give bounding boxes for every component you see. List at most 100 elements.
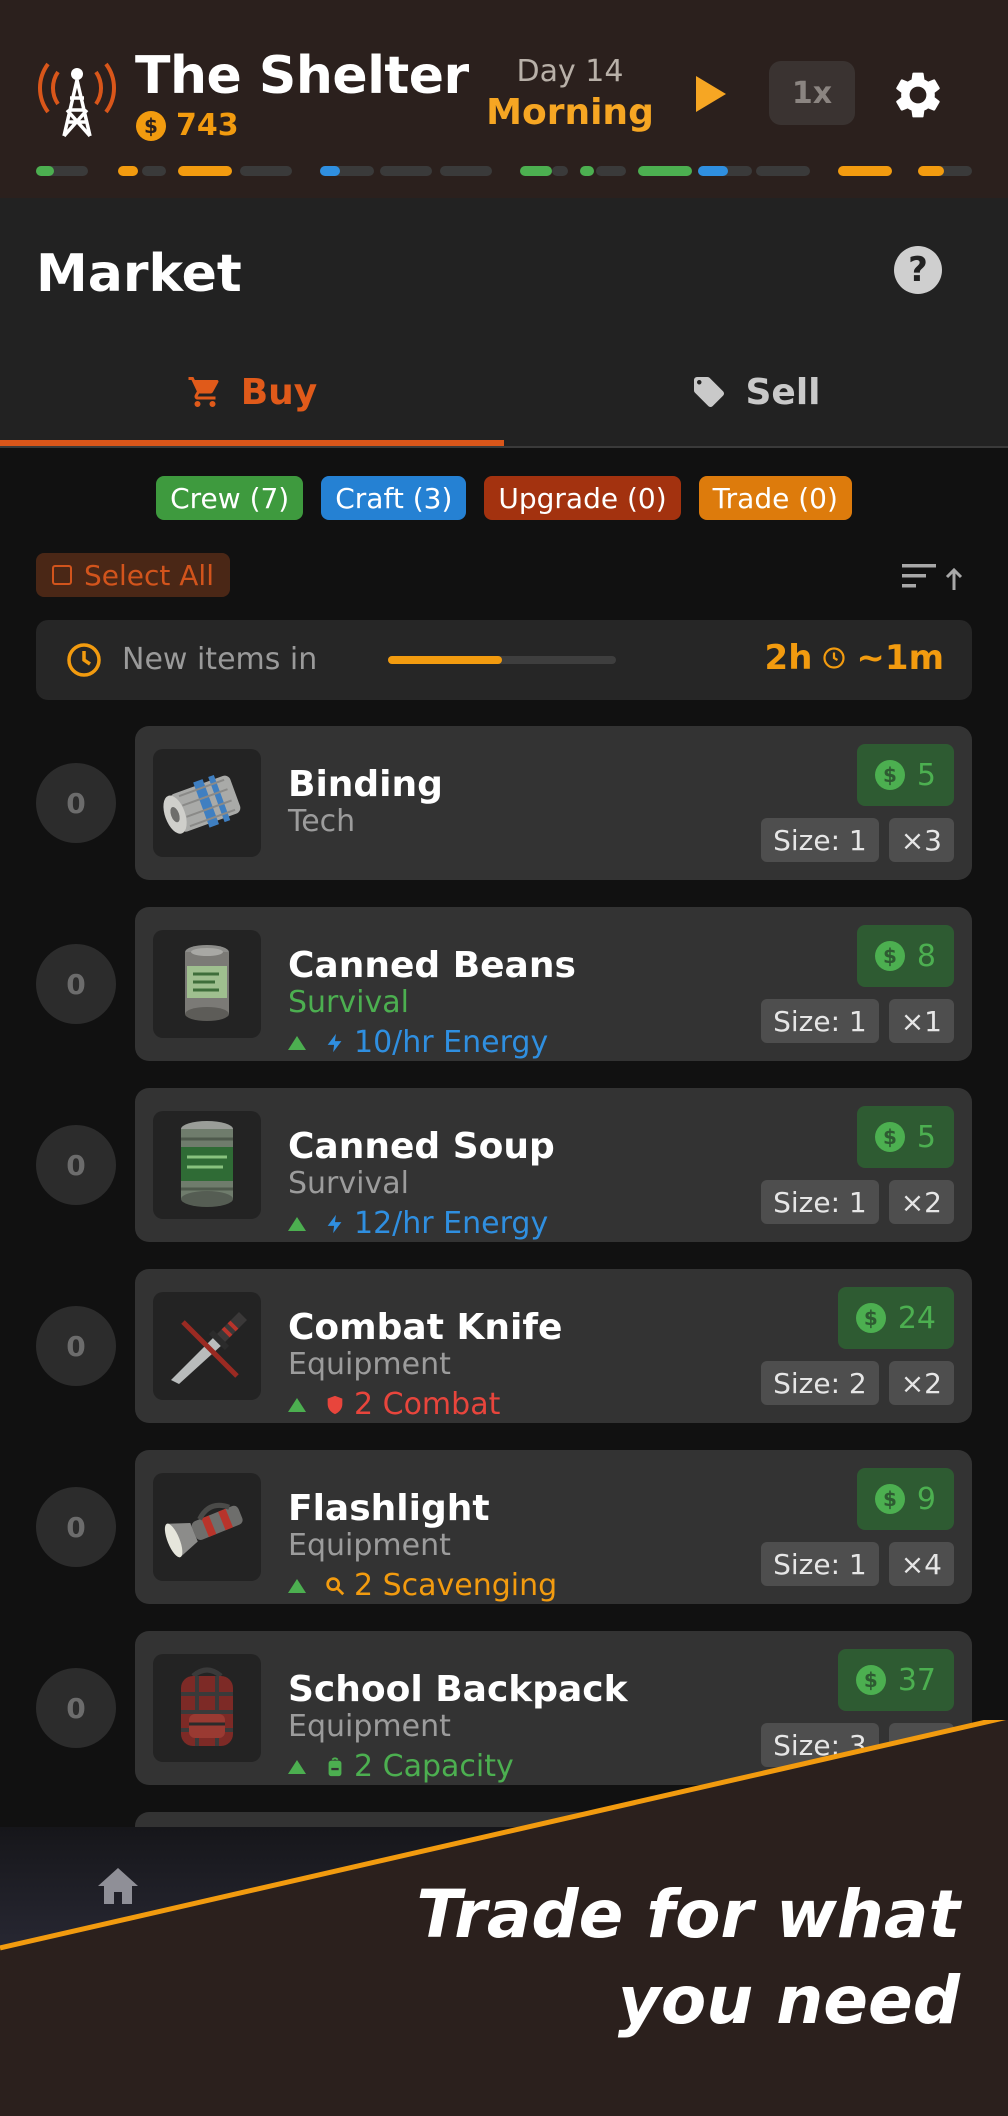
list-item: 0 Canned Soup Survival 12/hr Energy $ 5 …: [0, 1088, 1008, 1242]
page-title: Market: [36, 244, 242, 304]
restock-time: 2h ~1m: [765, 638, 944, 678]
shield-icon: [327, 1395, 343, 1414]
restock-minutes: ~1m: [856, 638, 944, 678]
top-header: The Shelter $ 743 Day 14 Morning 1x: [0, 0, 1008, 198]
market-title-bar: Market ?: [0, 198, 1008, 338]
select-all-label: Select All: [84, 558, 214, 592]
coin-icon: $: [136, 110, 166, 141]
dollar-icon: $: [855, 1665, 886, 1695]
item-card-binding[interactable]: Binding Tech $ 5 Size: 1 ×3: [135, 726, 972, 880]
price-badge: $ 5: [856, 1106, 954, 1168]
effect-text: 10/hr Energy: [354, 1025, 549, 1060]
list-item: 0 Binding Tech $ 5 Size: 1 ×3: [0, 726, 1008, 880]
select-all-button[interactable]: Select All: [36, 553, 230, 597]
speed-button[interactable]: 1x: [769, 61, 855, 125]
quantity-selector[interactable]: 0: [36, 763, 116, 843]
market-tabs: Buy Sell: [0, 338, 1008, 448]
price-value: 5: [916, 1119, 936, 1155]
increase-arrow-icon: [288, 1397, 306, 1412]
restock-hours: 2h: [764, 638, 813, 678]
home-icon[interactable]: [96, 1866, 140, 1906]
increase-arrow-icon: [288, 1035, 306, 1050]
item-category: Tech: [288, 804, 356, 839]
price-badge: $ 24: [837, 1287, 954, 1349]
item-effect: 2 Scavenging: [288, 1568, 557, 1603]
item-size: Size: 1: [761, 1542, 879, 1586]
filter-chip-crew[interactable]: Crew (7): [156, 476, 304, 520]
effect-text: 2 Scavenging: [354, 1568, 558, 1603]
price-value: 37: [897, 1662, 936, 1698]
item-card-combat-knife[interactable]: Combat Knife Equipment 2 Combat $ 24 Siz…: [135, 1269, 972, 1423]
increase-arrow-icon: [288, 1578, 306, 1593]
active-tab-indicator: [0, 440, 504, 446]
item-stock: ×2: [888, 1361, 954, 1405]
item-meta: Size: 1 ×2: [761, 1180, 954, 1224]
item-size: Size: 1: [761, 1180, 879, 1224]
clock-icon: [67, 643, 101, 677]
tab-buy[interactable]: Buy: [0, 338, 504, 446]
radio-tower-icon: [38, 62, 116, 138]
day-counter: Day 14: [516, 54, 624, 89]
item-card-canned-soup[interactable]: Canned Soup Survival 12/hr Energy $ 5 Si…: [135, 1088, 972, 1242]
dollar-icon: $: [874, 760, 905, 790]
quantity-selector[interactable]: 0: [36, 1125, 116, 1205]
dollar-icon: $: [855, 1303, 886, 1333]
can-icon: [185, 945, 229, 1021]
play-icon[interactable]: [688, 72, 732, 116]
item-stock: ×1: [888, 999, 954, 1043]
knife-icon: [171, 1312, 247, 1384]
filter-chip-upgrade[interactable]: Upgrade (0): [484, 476, 681, 520]
item-meta: Size: 1 ×1: [761, 999, 954, 1043]
item-meta: Size: 1 ×3: [761, 818, 954, 862]
item-card-flashlight[interactable]: Flashlight Equipment 2 Scavenging $ 9 Si…: [135, 1450, 972, 1604]
price-value: 5: [916, 757, 936, 793]
dollar-icon: $: [874, 941, 905, 971]
cart-icon: [188, 377, 219, 407]
dollar-icon: $: [874, 1122, 905, 1152]
restock-progress: [388, 656, 616, 664]
restock-timer-bar: New items in 2h ~1m: [36, 620, 972, 700]
promo-headline: Trade for what you need: [417, 1872, 960, 2044]
effect-text: 12/hr Energy: [354, 1206, 549, 1241]
quantity-selector[interactable]: 0: [36, 1306, 116, 1386]
gear-icon[interactable]: [890, 67, 946, 123]
coin-amount: 743: [176, 108, 239, 143]
item-stock: ×4: [888, 1542, 954, 1586]
sort-icon[interactable]: [902, 560, 974, 592]
tab-sell[interactable]: Sell: [504, 338, 1008, 446]
price-value: 8: [916, 938, 936, 974]
restock-label: New items in: [122, 642, 318, 677]
coin-balance: $ 743: [136, 108, 239, 143]
filter-chip-craft[interactable]: Craft (3): [321, 476, 467, 520]
time-of-day: Morning: [486, 92, 654, 133]
bolt-icon: [327, 1033, 342, 1052]
effect-text: 2 Combat: [354, 1387, 501, 1422]
tag-icon: [694, 377, 725, 407]
item-category: Equipment: [288, 1347, 451, 1382]
item-effect: 10/hr Energy: [288, 1025, 548, 1060]
item-thumbnail: [153, 1473, 261, 1581]
list-item: 0 Flashlight Equipment 2 Scavenging $ 9 …: [0, 1450, 1008, 1604]
item-card-canned-beans[interactable]: Canned Beans Survival 10/hr Energy $ 8 S…: [135, 907, 972, 1061]
bolt-icon: [327, 1214, 342, 1233]
item-thumbnail: [153, 930, 261, 1038]
price-badge: $ 5: [856, 744, 954, 806]
item-stock: ×2: [888, 1180, 954, 1224]
filter-chip-trade[interactable]: Trade (0): [698, 476, 852, 520]
quantity-selector[interactable]: 0: [36, 1487, 116, 1567]
price-value: 9: [916, 1481, 936, 1517]
item-meta: Size: 2 ×2: [761, 1361, 954, 1405]
increase-arrow-icon: [288, 1216, 306, 1231]
item-name: Canned Beans: [288, 945, 576, 986]
app-title: The Shelter: [135, 46, 469, 106]
item-name: School Backpack: [288, 1669, 628, 1710]
promo-line-2: you need: [617, 1962, 960, 2039]
clock-small-icon: [823, 647, 846, 669]
item-size: Size: 1: [761, 999, 879, 1043]
quantity-selector[interactable]: 0: [36, 944, 116, 1024]
help-icon[interactable]: ?: [894, 246, 942, 294]
item-category: Equipment: [288, 1528, 451, 1563]
app-screen: The Shelter $ 743 Day 14 Morning 1x Mark…: [0, 0, 1008, 2116]
price-badge: $ 37: [837, 1649, 954, 1711]
item-size: Size: 1: [761, 818, 879, 862]
